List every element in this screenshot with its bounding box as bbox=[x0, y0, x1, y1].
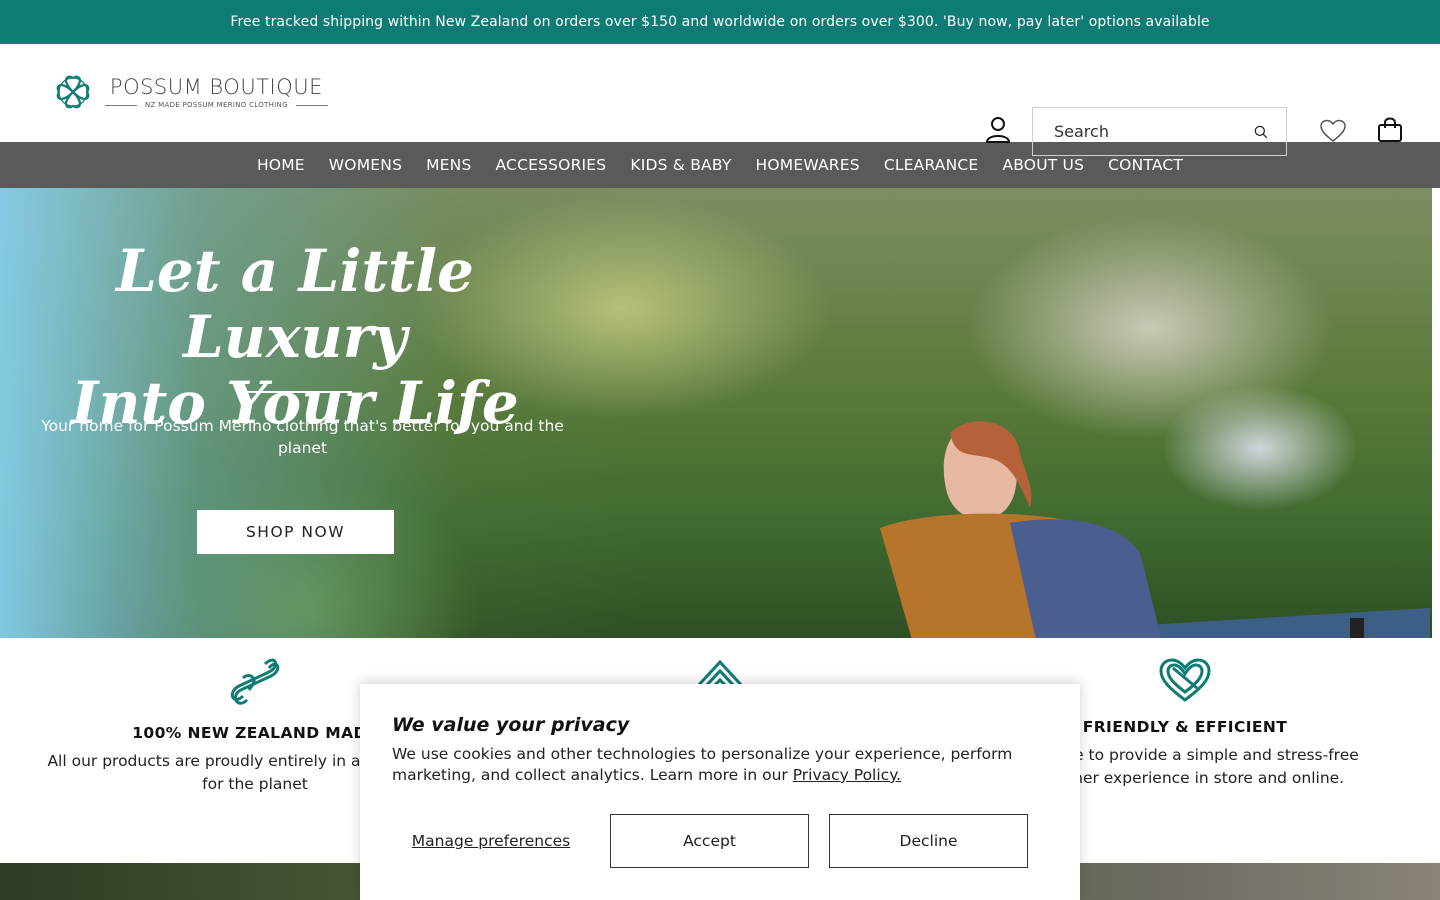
hero-model-image bbox=[880, 421, 1162, 638]
divider bbox=[295, 104, 328, 106]
hero-banner: Let a Little Luxury Into Your Life Your … bbox=[0, 188, 1432, 638]
cookie-actions: Manage preferences Accept Decline bbox=[392, 814, 1028, 868]
announcement-bar: Free tracked shipping within New Zealand… bbox=[0, 0, 1440, 44]
heart-icon[interactable] bbox=[1319, 119, 1347, 143]
hero-title-line-1: Let a Little Luxury bbox=[116, 237, 474, 371]
nav-item-kids-baby[interactable]: KIDS & BABY bbox=[618, 156, 743, 174]
nav-item-about-us[interactable]: ABOUT US bbox=[990, 156, 1096, 174]
manage-preferences-button[interactable]: Manage preferences bbox=[392, 814, 590, 868]
nav-item-mens[interactable]: MENS bbox=[414, 156, 483, 174]
nav-item-home[interactable]: HOME bbox=[245, 156, 317, 174]
cookie-title: We value your privacy bbox=[392, 714, 630, 736]
privacy-policy-link[interactable]: Privacy Policy. bbox=[793, 766, 901, 784]
hero-subtitle: Your home for Possum Merino clothing tha… bbox=[41, 417, 564, 457]
hero-title: Let a Little Luxury Into Your Life bbox=[0, 238, 590, 436]
site-header: POSSUM BOUTIQUE NZ MADE POSSUM MERINO CL… bbox=[0, 44, 1440, 156]
brand-tagline: NZ MADE POSSUM MERINO CLOTHING bbox=[145, 101, 288, 109]
cookie-body: We use cookies and other technologies to… bbox=[392, 745, 1013, 784]
infinity-loop-icon bbox=[230, 658, 280, 705]
accept-button[interactable]: Accept bbox=[610, 814, 809, 868]
brand-knot-icon bbox=[56, 75, 90, 109]
divider bbox=[105, 104, 137, 106]
shop-now-button[interactable]: SHOP NOW bbox=[197, 510, 394, 554]
nav-item-womens[interactable]: WOMENS bbox=[317, 156, 414, 174]
nav-item-contact[interactable]: CONTACT bbox=[1096, 156, 1195, 174]
brand-logo[interactable]: POSSUM BOUTIQUE NZ MADE POSSUM MERINO CL… bbox=[53, 72, 328, 112]
nav-item-clearance[interactable]: CLEARANCE bbox=[872, 156, 991, 174]
search-box bbox=[1032, 107, 1287, 156]
announcement-text: Free tracked shipping within New Zealand… bbox=[230, 14, 1210, 30]
cookie-banner: We value your privacy We use cookies and… bbox=[360, 684, 1080, 900]
hero-divider bbox=[239, 391, 352, 393]
nav-item-accessories[interactable]: ACCESSORIES bbox=[484, 156, 619, 174]
heart-knot-icon bbox=[1159, 658, 1211, 702]
account-icon[interactable] bbox=[985, 116, 1011, 144]
brand-name: POSSUM BOUTIQUE bbox=[109, 75, 323, 99]
bag-icon[interactable] bbox=[1377, 117, 1403, 143]
search-input[interactable] bbox=[1054, 122, 1254, 141]
search-icon[interactable] bbox=[1254, 123, 1268, 141]
nav-item-homewares[interactable]: HOMEWARES bbox=[744, 156, 872, 174]
decline-button[interactable]: Decline bbox=[829, 814, 1028, 868]
